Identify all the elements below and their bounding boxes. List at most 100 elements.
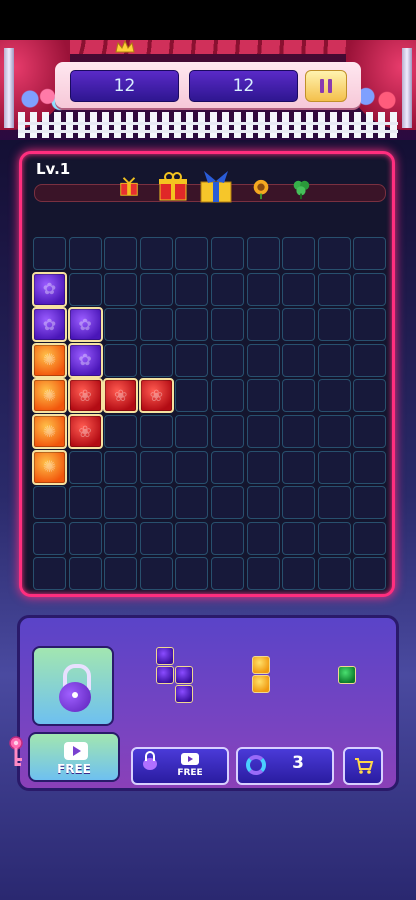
grid-cell[interactable] — [317, 557, 351, 591]
grid-cell[interactable] — [282, 379, 316, 413]
grid-cell[interactable] — [246, 486, 280, 520]
grid-cell[interactable] — [353, 415, 387, 448]
grid-cell[interactable] — [104, 521, 138, 555]
grid-cell[interactable] — [211, 272, 244, 306]
grid-cell[interactable] — [317, 521, 351, 555]
grid-cell[interactable] — [139, 237, 173, 270]
grid-cell[interactable] — [317, 343, 351, 377]
grid-cell[interactable] — [282, 450, 316, 484]
refresh-icon — [246, 755, 266, 775]
grid-cell[interactable] — [104, 415, 138, 448]
grid-cell[interactable] — [104, 237, 138, 270]
grid-cell[interactable] — [175, 343, 209, 377]
grid-cell[interactable] — [33, 486, 66, 520]
grid-cell[interactable] — [317, 415, 351, 448]
grid-cell[interactable] — [33, 521, 66, 555]
free-video-button[interactable]: FREE — [28, 732, 120, 782]
grid-cell[interactable] — [175, 415, 209, 448]
grid-cell[interactable] — [353, 450, 387, 484]
lock-slot[interactable] — [32, 646, 114, 726]
grid-cell[interactable] — [104, 486, 138, 520]
grid-cell[interactable] — [139, 272, 173, 306]
grid-cell[interactable] — [317, 237, 351, 270]
grid-cell[interactable] — [246, 343, 280, 377]
grid-cell[interactable] — [246, 272, 280, 306]
pause-button[interactable] — [305, 70, 347, 102]
grid-cell[interactable] — [317, 486, 351, 520]
grid-cell[interactable] — [175, 521, 209, 555]
grid-cell[interactable] — [104, 272, 138, 306]
grid-cell[interactable] — [211, 450, 244, 484]
grid-cell[interactable] — [175, 308, 209, 342]
grid-cell[interactable] — [211, 486, 244, 520]
grid-cell[interactable] — [246, 450, 280, 484]
grid-cell[interactable] — [282, 272, 316, 306]
grid-cell[interactable] — [68, 486, 102, 520]
block-flower-icon: ✺ — [42, 421, 57, 441]
grid-cell[interactable] — [139, 343, 173, 377]
grid-cell[interactable] — [246, 557, 280, 591]
grid-cell[interactable] — [246, 308, 280, 342]
grid-cell[interactable] — [246, 415, 280, 448]
grid-cell[interactable] — [282, 415, 316, 448]
grid-cell[interactable] — [353, 379, 387, 413]
grid-cell[interactable] — [211, 237, 244, 270]
grid-cell[interactable] — [282, 308, 316, 342]
grid-cell[interactable] — [175, 237, 209, 270]
grid-cell[interactable] — [175, 557, 209, 591]
grid-cell[interactable] — [175, 450, 209, 484]
grid-cell[interactable] — [211, 379, 244, 413]
grid-cell[interactable] — [317, 308, 351, 342]
grid-cell[interactable] — [104, 308, 138, 342]
grid-cell[interactable] — [317, 450, 351, 484]
grid-cell[interactable] — [175, 486, 209, 520]
grid-cell[interactable] — [282, 521, 316, 555]
refresh-button[interactable]: 3 — [236, 747, 334, 785]
grid-cell[interactable] — [353, 308, 387, 342]
grid-cell[interactable] — [282, 557, 316, 591]
grid-cell[interactable] — [68, 450, 102, 484]
grid-cell[interactable] — [282, 486, 316, 520]
grid-cell[interactable] — [175, 379, 209, 413]
grid-cell[interactable] — [317, 379, 351, 413]
grid-cell[interactable] — [139, 450, 173, 484]
grid-cell[interactable] — [33, 557, 66, 591]
grid-cell[interactable] — [353, 486, 387, 520]
grid-cell[interactable] — [139, 557, 173, 591]
grid-cell[interactable] — [139, 486, 173, 520]
grid-cell[interactable] — [139, 521, 173, 555]
level-label: Lv.1 — [36, 160, 71, 178]
grid-cell[interactable] — [211, 415, 244, 448]
grid-cell[interactable] — [68, 521, 102, 555]
grid-cell[interactable] — [353, 557, 387, 591]
grid-cell[interactable] — [353, 521, 387, 555]
grid-cell[interactable] — [353, 237, 387, 270]
grid-cell[interactable] — [68, 557, 102, 591]
block-grid[interactable]: ✿ ✿ ✿ ✺ ✿ ✺ ❀ ❀ ❀ ✺ ❀ ✺ — [32, 236, 388, 591]
grid-cell[interactable] — [246, 521, 280, 555]
grid-cell[interactable] — [104, 343, 138, 377]
grid-cell[interactable] — [68, 237, 102, 270]
grid-cell[interactable] — [211, 343, 244, 377]
grid-cell[interactable] — [104, 557, 138, 591]
shop-button[interactable] — [343, 747, 383, 785]
grid-cell[interactable] — [353, 343, 387, 377]
block-flower-icon: ✿ — [42, 314, 57, 334]
grid-cell[interactable] — [139, 415, 173, 448]
grid-cell[interactable] — [211, 557, 244, 591]
grid-cell[interactable] — [68, 272, 102, 306]
grid-cell[interactable] — [282, 237, 316, 270]
grid-cell[interactable] — [211, 308, 244, 342]
grid-cell[interactable] — [246, 379, 280, 413]
grid-cell[interactable] — [246, 237, 280, 270]
grid-cell[interactable] — [139, 308, 173, 342]
pillar-left — [4, 48, 14, 128]
grid-cell[interactable] — [353, 272, 387, 306]
grid-cell[interactable] — [282, 343, 316, 377]
lock-free-button[interactable]: FREE — [131, 747, 229, 785]
grid-cell[interactable] — [211, 521, 244, 555]
grid-cell[interactable] — [317, 272, 351, 306]
grid-cell[interactable] — [175, 272, 209, 306]
grid-cell[interactable] — [104, 450, 138, 484]
grid-cell[interactable] — [33, 237, 66, 270]
